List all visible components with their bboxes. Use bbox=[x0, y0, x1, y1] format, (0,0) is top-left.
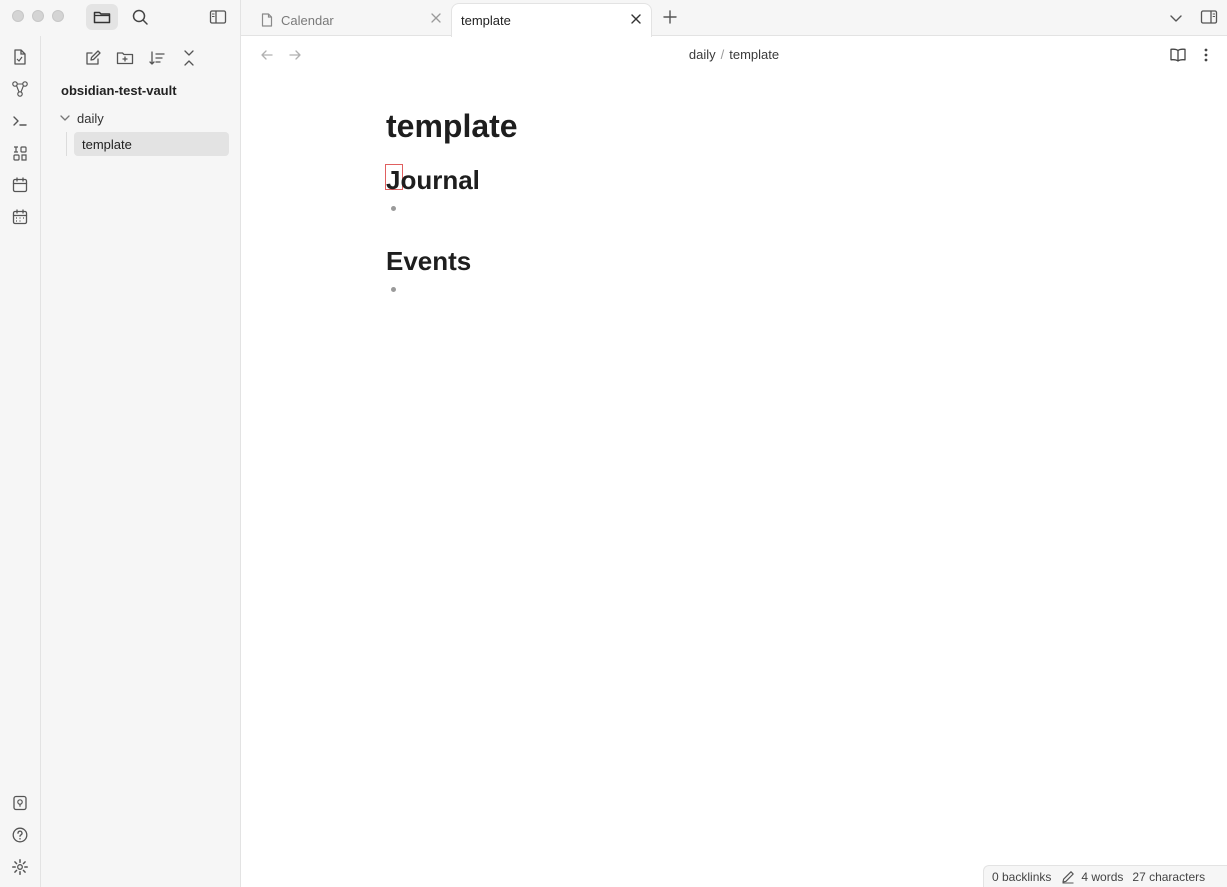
search-tab-button[interactable] bbox=[124, 4, 156, 30]
reading-view-button[interactable] bbox=[1169, 46, 1187, 64]
plus-icon bbox=[663, 10, 677, 24]
help-icon[interactable] bbox=[10, 825, 30, 845]
obsidian-window: Calendar template obsidian-test-vault da… bbox=[0, 0, 1227, 887]
folder-icon bbox=[93, 11, 111, 24]
minimize-window-button[interactable] bbox=[32, 10, 44, 22]
book-open-icon bbox=[1170, 48, 1186, 62]
close-tab-icon[interactable] bbox=[630, 13, 642, 25]
new-note-button[interactable] bbox=[81, 46, 105, 70]
tab-bar: Calendar template bbox=[241, 0, 1227, 37]
tab-list-button[interactable] bbox=[1167, 9, 1185, 27]
heading-journal[interactable]: Journal bbox=[386, 165, 480, 196]
collapse-all-button[interactable] bbox=[177, 46, 201, 70]
files-icon[interactable] bbox=[10, 47, 30, 67]
tab-label: template bbox=[461, 13, 511, 28]
vault-name[interactable]: obsidian-test-vault bbox=[61, 83, 177, 98]
breadcrumb: daily / template bbox=[241, 47, 1227, 62]
toggle-right-sidebar-button[interactable] bbox=[1199, 8, 1219, 26]
edit-icon bbox=[86, 50, 101, 65]
new-tab-button[interactable] bbox=[661, 8, 679, 26]
folder-label: daily bbox=[77, 110, 104, 126]
backlinks-count[interactable]: 0 backlinks bbox=[992, 870, 1051, 884]
collapse-icon bbox=[184, 50, 194, 66]
daily-note-icon[interactable] bbox=[10, 207, 30, 227]
close-tab-icon[interactable] bbox=[430, 12, 442, 24]
title-bar: Calendar template bbox=[0, 0, 1227, 37]
note-title[interactable]: template bbox=[386, 108, 518, 145]
file-explorer-actions bbox=[41, 46, 241, 70]
breadcrumb-folder[interactable]: daily bbox=[689, 47, 716, 62]
tab-template[interactable]: template bbox=[451, 3, 652, 37]
list-item-bullet[interactable] bbox=[391, 287, 396, 292]
breadcrumb-separator: / bbox=[720, 47, 725, 62]
folder-plus-icon bbox=[116, 52, 134, 65]
character-count: 27 characters bbox=[1132, 869, 1206, 884]
folder-daily[interactable]: daily bbox=[59, 109, 104, 127]
file-explorer: obsidian-test-vault daily template bbox=[41, 36, 241, 887]
close-window-button[interactable] bbox=[12, 10, 24, 22]
heading-events[interactable]: Events bbox=[386, 246, 471, 277]
tab-label: Calendar bbox=[281, 12, 334, 28]
terminal-icon[interactable] bbox=[10, 111, 30, 131]
status-bar: 0 backlinks 4 words 27 characters bbox=[983, 865, 1227, 887]
tree-indent-line bbox=[66, 132, 67, 156]
sort-icon bbox=[149, 51, 165, 65]
chevron-down-icon bbox=[1170, 15, 1182, 22]
graph-icon[interactable] bbox=[10, 79, 30, 99]
vault-switch-icon[interactable] bbox=[10, 793, 30, 813]
command-palette-icon[interactable] bbox=[10, 143, 30, 163]
more-options-button[interactable] bbox=[1197, 46, 1215, 64]
chevron-down-icon bbox=[59, 112, 73, 124]
toggle-left-sidebar-button[interactable] bbox=[202, 4, 234, 30]
calendar-icon[interactable] bbox=[10, 175, 30, 195]
new-folder-button[interactable] bbox=[113, 46, 137, 70]
sidebar-left-icon bbox=[209, 10, 227, 24]
sidebar-right-icon bbox=[1200, 10, 1218, 24]
document-icon bbox=[261, 13, 273, 27]
word-count: 4 words bbox=[1081, 869, 1124, 884]
breadcrumb-file[interactable]: template bbox=[729, 47, 779, 62]
view-header: daily / template bbox=[241, 36, 1227, 74]
pencil-icon[interactable] bbox=[1061, 870, 1075, 884]
tab-calendar[interactable]: Calendar bbox=[251, 3, 451, 37]
ribbon bbox=[0, 36, 41, 887]
file-explorer-tab-button[interactable] bbox=[86, 4, 118, 30]
list-item-bullet[interactable] bbox=[391, 206, 396, 211]
zoom-window-button[interactable] bbox=[52, 10, 64, 22]
sidebar-titlebar bbox=[0, 0, 241, 36]
sort-button[interactable] bbox=[145, 46, 169, 70]
more-vertical-icon bbox=[1204, 48, 1208, 62]
settings-icon[interactable] bbox=[10, 857, 30, 877]
search-icon bbox=[132, 9, 148, 25]
file-item-template[interactable]: template bbox=[74, 132, 229, 156]
